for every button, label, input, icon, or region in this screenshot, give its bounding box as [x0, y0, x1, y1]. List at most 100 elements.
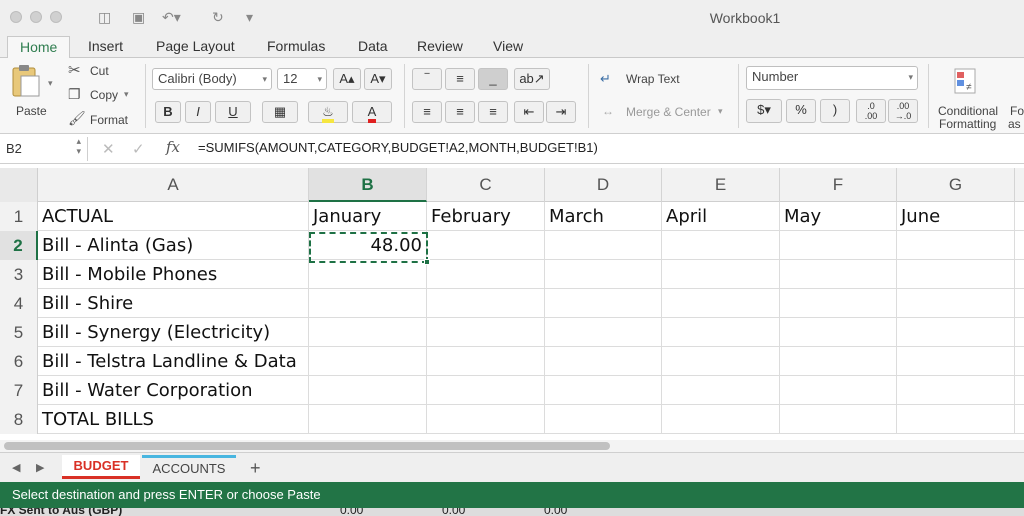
font-name-select[interactable]: Calibri (Body) ▾	[152, 68, 272, 90]
column-header-b[interactable]: B	[309, 168, 427, 202]
tab-data[interactable]: Data	[358, 36, 388, 58]
cancel-icon[interactable]: ✕	[102, 140, 115, 158]
cut-button[interactable]: Cut	[90, 64, 109, 78]
cell-f7[interactable]	[780, 376, 897, 405]
cell-b3[interactable]	[309, 260, 427, 289]
copy-button[interactable]: Copy	[90, 88, 118, 102]
tab-home[interactable]: Home	[7, 36, 71, 58]
cell-e6[interactable]	[662, 347, 780, 376]
wrap-text-button[interactable]: Wrap Text	[626, 72, 680, 86]
borders-button[interactable]: ▦	[262, 101, 298, 123]
cell-a1[interactable]: ACTUAL	[38, 202, 309, 231]
cell-b1[interactable]: January	[309, 202, 427, 231]
cell-d2[interactable]	[545, 231, 662, 260]
name-box[interactable]: B2 ▴ ▾	[0, 136, 88, 161]
cell-e1[interactable]: April	[662, 202, 780, 231]
align-top-button[interactable]: ‾	[412, 68, 442, 90]
increase-decimal-button[interactable]: .0 .00	[856, 99, 886, 123]
copy-dropdown-icon[interactable]: ▾	[124, 89, 129, 100]
horizontal-scrollbar[interactable]	[0, 440, 1024, 452]
cell-f8[interactable]	[780, 405, 897, 434]
sheet-tab-accounts[interactable]: ACCOUNTS	[142, 455, 236, 479]
column-header-c[interactable]: C	[427, 168, 545, 202]
next-sheet-icon[interactable]: ▶	[36, 461, 44, 474]
decrease-indent-button[interactable]: ⇤	[514, 101, 544, 123]
cell-f3[interactable]	[780, 260, 897, 289]
format-as-table-label-1[interactable]: Fo	[1010, 104, 1024, 118]
cell-d3[interactable]	[545, 260, 662, 289]
cell-b4[interactable]	[309, 289, 427, 318]
format-as-table-label-2[interactable]: as	[1008, 117, 1021, 131]
row-header-3[interactable]: 3	[0, 260, 38, 289]
underline-button[interactable]: U	[215, 101, 251, 123]
cell-d8[interactable]	[545, 405, 662, 434]
bold-button[interactable]: B	[155, 101, 181, 123]
select-all-corner[interactable]	[0, 168, 38, 202]
align-center-button[interactable]: ≡	[445, 101, 475, 123]
align-bottom-button[interactable]: _	[478, 68, 508, 90]
cell-a4[interactable]: Bill - Shire	[38, 289, 309, 318]
row-header-8[interactable]: 8	[0, 405, 38, 434]
font-size-select[interactable]: 12 ▾	[277, 68, 327, 90]
align-right-button[interactable]: ≡	[478, 101, 508, 123]
cell-g8[interactable]	[897, 405, 1015, 434]
cell-c8[interactable]	[427, 405, 545, 434]
percent-button[interactable]: %	[786, 99, 816, 123]
cell-d1[interactable]: March	[545, 202, 662, 231]
insert-function-icon[interactable]: fx	[166, 138, 180, 156]
align-left-button[interactable]: ≡	[412, 101, 442, 123]
fill-color-button[interactable]: ♨	[308, 101, 348, 123]
merge-center-button[interactable]: Merge & Center	[626, 105, 711, 119]
cell-f5[interactable]	[780, 318, 897, 347]
cell-e8[interactable]	[662, 405, 780, 434]
merge-dropdown-icon[interactable]: ▾	[718, 106, 723, 117]
cell-b8[interactable]	[309, 405, 427, 434]
cell-c7[interactable]	[427, 376, 545, 405]
cell-b5[interactable]	[309, 318, 427, 347]
cell-d6[interactable]	[545, 347, 662, 376]
cell-g4[interactable]	[897, 289, 1015, 318]
column-header-d[interactable]: D	[545, 168, 662, 202]
cell-a7[interactable]: Bill - Water Corporation	[38, 376, 309, 405]
cell-g7[interactable]	[897, 376, 1015, 405]
cell-a8[interactable]: TOTAL BILLS	[38, 405, 309, 434]
add-sheet-button[interactable]: +	[250, 458, 261, 479]
cell-c1[interactable]: February	[427, 202, 545, 231]
paste-dropdown-icon[interactable]: ▾	[48, 78, 53, 89]
tab-insert[interactable]: Insert	[88, 36, 123, 58]
enter-icon[interactable]: ✓	[132, 140, 145, 158]
cell-g6[interactable]	[897, 347, 1015, 376]
cell-d4[interactable]	[545, 289, 662, 318]
align-middle-button[interactable]: ≡	[445, 68, 475, 90]
font-color-button[interactable]: A	[352, 101, 392, 123]
cell-a5[interactable]: Bill - Synergy (Electricity)	[38, 318, 309, 347]
sheet-tab-budget[interactable]: BUDGET	[62, 455, 140, 479]
tab-page-layout[interactable]: Page Layout	[156, 36, 235, 58]
cell-g5[interactable]	[897, 318, 1015, 347]
cell-a2[interactable]: Bill - Alinta (Gas)	[38, 231, 309, 260]
cell-c5[interactable]	[427, 318, 545, 347]
row-header-4[interactable]: 4	[0, 289, 38, 318]
cell-c4[interactable]	[427, 289, 545, 318]
decrease-decimal-button[interactable]: .00 →.0	[888, 99, 918, 123]
cell-a3[interactable]: Bill - Mobile Phones	[38, 260, 309, 289]
cell-f4[interactable]	[780, 289, 897, 318]
cell-e5[interactable]	[662, 318, 780, 347]
tab-formulas[interactable]: Formulas	[267, 36, 325, 58]
italic-button[interactable]: I	[185, 101, 211, 123]
cell-b7[interactable]	[309, 376, 427, 405]
cell-f1[interactable]: May	[780, 202, 897, 231]
row-header-1[interactable]: 1	[0, 202, 38, 231]
cell-e7[interactable]	[662, 376, 780, 405]
cell-g1[interactable]: June	[897, 202, 1015, 231]
cell-c6[interactable]	[427, 347, 545, 376]
row-header-6[interactable]: 6	[0, 347, 38, 376]
decrease-font-size-button[interactable]: A▾	[364, 68, 392, 90]
scrollbar-thumb[interactable]	[4, 442, 610, 450]
cell-d5[interactable]	[545, 318, 662, 347]
column-header-f[interactable]: F	[780, 168, 897, 202]
cell-c3[interactable]	[427, 260, 545, 289]
format-painter-button[interactable]: Format	[90, 113, 128, 127]
row-header-5[interactable]: 5	[0, 318, 38, 347]
number-format-select[interactable]: Number ▾	[746, 66, 918, 90]
